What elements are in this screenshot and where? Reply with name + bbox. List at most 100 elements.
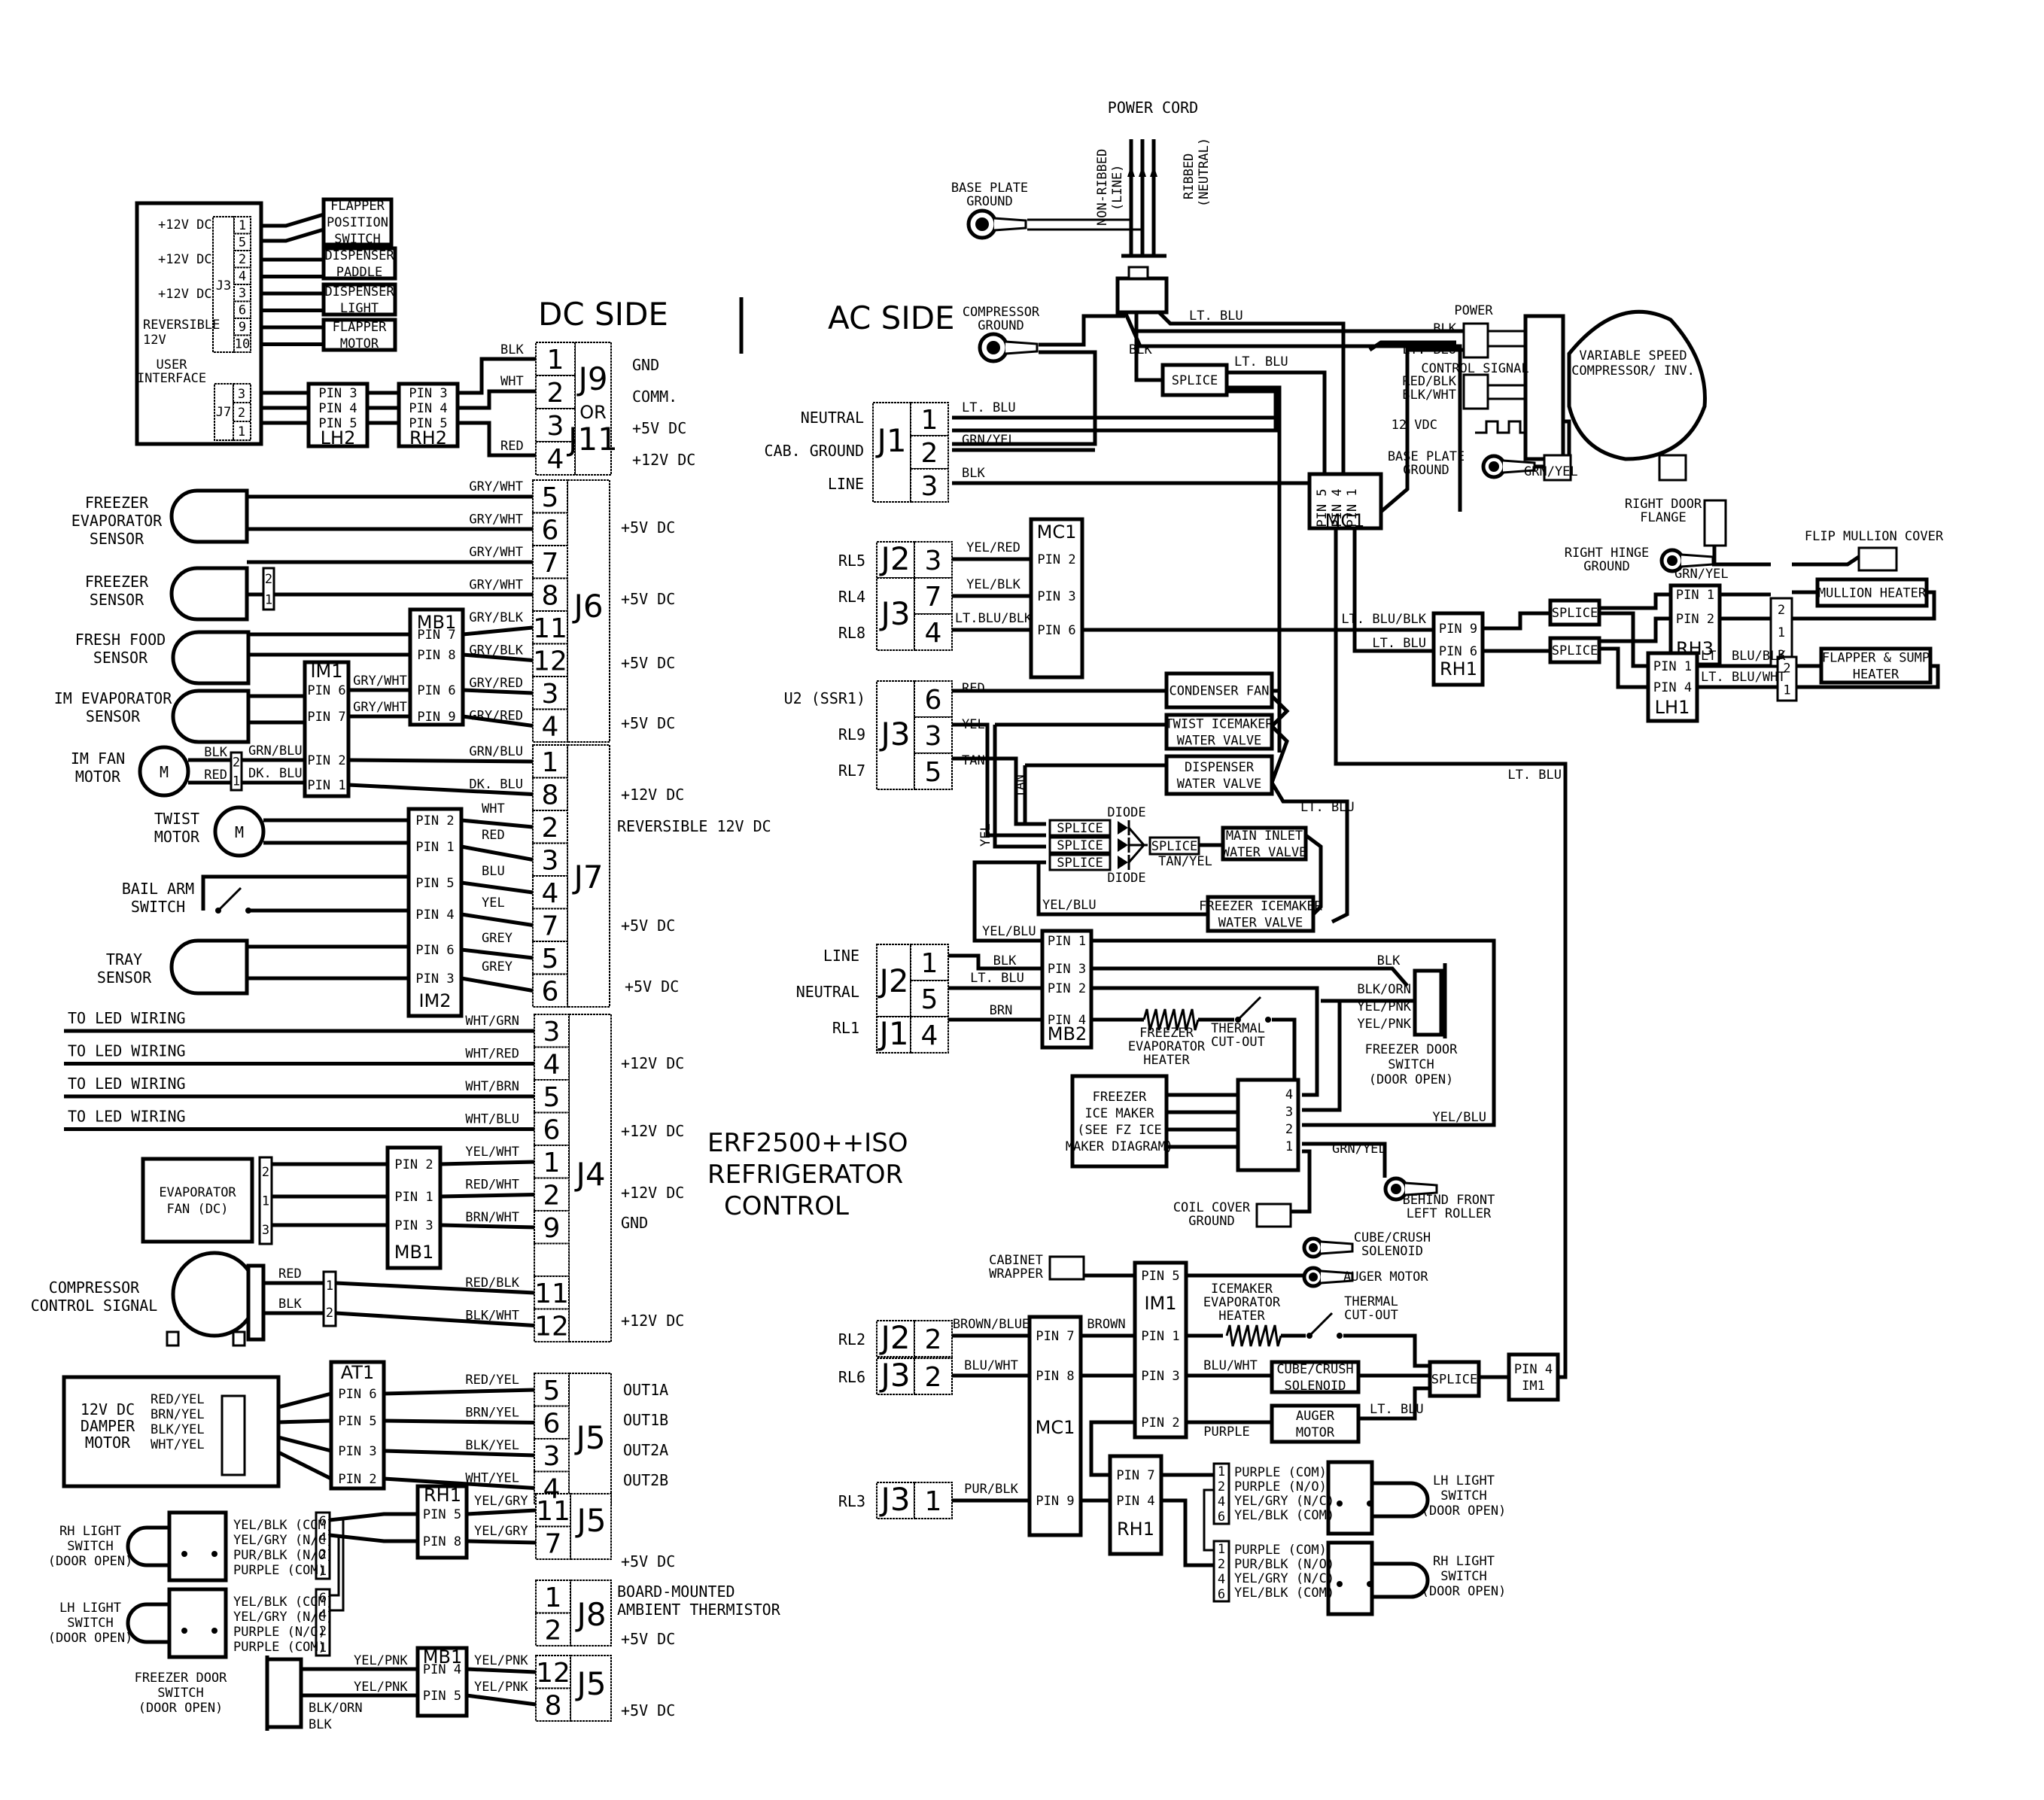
relay-label: RL7 [838,762,865,780]
rh2-connector-pin: PIN 3 [409,386,447,401]
wire-label: LT. BLU [970,971,1024,986]
base-plate-ground-right-label: GROUND [1403,463,1449,478]
fresh-food-sensor-label: SENSOR [93,649,148,667]
freezer-evap-sensor [169,488,249,544]
wire-label: LT. BLU/BLK [1701,649,1786,664]
fz-door-switch-ac [1413,968,1443,1037]
comp-plug-pin: 2 [326,1306,333,1321]
splice-im-label: SPLICE [1431,1373,1477,1388]
mc1-bottom-connector-pin: PIN 9 [1036,1494,1074,1509]
valve-pin: 3 [925,546,942,576]
wire-label: GREY [482,959,513,974]
rl-name: J2 [878,1319,910,1356]
power-label: POWER [1454,303,1493,318]
im1-name: IM1 [1144,1293,1176,1314]
j8-connector-pin: 2 [545,1615,562,1646]
rh-ac-wire: YEL/GRY (N/C) [1234,1571,1334,1586]
rh-ac-light-pins-pin: 4 [1218,1572,1225,1587]
im1-dc-connector-pin: PIN 7 [307,710,345,725]
mb1-mid-connector-pin: PIN 3 [394,1218,433,1233]
im-pin: 4 [1285,1087,1293,1102]
im1-pin4-label: PIN 4 [1514,1362,1553,1377]
wire-label: YEL/PNK [1357,1017,1411,1032]
wire-label: BLK/ORN [309,1701,363,1716]
lh-light-switch-ac-label: SWITCH [1440,1488,1486,1504]
lh-light-switch-dc-wire: PURPLE (N/O) [233,1625,326,1640]
evaporator-fan [141,1157,254,1244]
model-title: ERF2500++ISO [707,1128,908,1158]
j1-ac-connector-pin: 2 [921,438,938,469]
wire-label: RED [482,828,505,843]
rh1-dc-connector-pin: PIN 5 [423,1507,461,1522]
j6-name: J6 [571,588,603,625]
wire-label: BLK [204,745,227,760]
wire-label: WHT/BRN [465,1079,519,1094]
rh-light-switch-dc-label: (DOOR OPEN) [48,1554,133,1569]
ac-side-title: AC SIDE [828,299,955,336]
fz-door-switch-dc-label: FREEZER DOOR [135,1671,228,1686]
coil-cover-label: COIL COVER [1173,1200,1251,1215]
dispenser-valve-label: DISPENSER [1185,760,1255,775]
arrow-icon [1150,166,1157,177]
lh-light-switch-ac-label: LH LIGHT [1433,1473,1495,1488]
wire [461,880,534,895]
wire-label: LT. BLU/BLK [1341,612,1426,627]
rh-light-pins-pin: 1 [319,1564,327,1579]
cabinet-wrapper-label: CABINET [989,1253,1043,1268]
j6-connector-pin: 4 [542,711,559,742]
j9-wire-label: WHT [500,374,524,389]
wiring-diagram: DC SIDE AC SIDEERF2500++ISOREFRIGERATORCO… [31,99,1944,1732]
compressor-ground-label: COMPRESSOR [963,305,1040,320]
rl3-pin: 1 [925,1486,942,1517]
j9-name: J9 [576,360,607,397]
wire-label: YEL/BLU [1042,898,1097,913]
dc-side-title: DC SIDE [538,296,668,333]
mc1-valve-connector-pin: PIN 6 [1037,623,1075,638]
j6-connector-pin: 12 [533,646,567,677]
compressor-foot [232,1330,246,1347]
rh1-bottom-connector-pin: PIN 4 [1116,1494,1154,1509]
freezer-sensor [169,566,249,622]
wire [278,1391,332,1409]
j6-connector-pin: 7 [542,548,559,579]
wire [461,912,534,927]
ui-name: USER [157,357,188,372]
wire-label: GRN/YEL [1674,567,1729,582]
lh-ac-light-pins-pin: 1 [1218,1464,1225,1479]
wire [440,1223,535,1230]
j6-wire-label: GRY/BLK [469,610,523,625]
j8-name: J8 [574,1596,606,1633]
j6-connector-pin: 8 [542,580,559,611]
fz-icemaker-label: FREEZER [1093,1090,1147,1105]
main-inlet-valve-label: MAIN INLET [1226,829,1303,844]
j9-wire-red [458,421,536,458]
im-thermal-cutout-contact [1337,1333,1343,1339]
diode-icon-2 [1118,838,1128,852]
rl-pin: 2 [925,1362,942,1393]
mc1-name: MC1 [1036,1417,1075,1438]
rh3-connector-pin: PIN 1 [1676,588,1714,603]
twist-motor-glyph: M [235,823,244,841]
wire [1203,1488,1214,1552]
wire-label: YEL/GRY [474,1524,528,1539]
wire-label: LT.BLU/BLK [955,611,1033,626]
auger-motor-box-label: MOTOR [1296,1425,1335,1440]
im-heater-label: ICEMAKER [1211,1282,1273,1297]
freezer-sensor-label: FREEZER [85,573,149,591]
ui-device-3-label: MOTOR [340,336,379,351]
j7-pin: 2 [238,406,245,421]
wire-label: GREY [482,931,513,946]
im1-ac-connector [1133,1260,1188,1440]
splice-rh1a-label: SPLICE [1552,606,1598,621]
lh-ac-wire: YEL/GRY (N/C) [1234,1494,1334,1509]
rl3-name: J3 [878,1481,910,1518]
j3-name: J3 [878,595,910,632]
mb1-name: MB1 [417,612,456,633]
thermal-cutout-label: CUT-OUT [1211,1035,1265,1050]
rh-light-switch-dc-label: SWITCH [67,1539,113,1554]
lh-light-switch-ac [1326,1460,1374,1536]
at1-connector-pin: PIN 5 [338,1414,376,1429]
damper-label: MOTOR [85,1434,131,1452]
wire-label: BLK [1129,342,1152,357]
to-led-wiring-label: TO LED WIRING [68,1042,186,1060]
